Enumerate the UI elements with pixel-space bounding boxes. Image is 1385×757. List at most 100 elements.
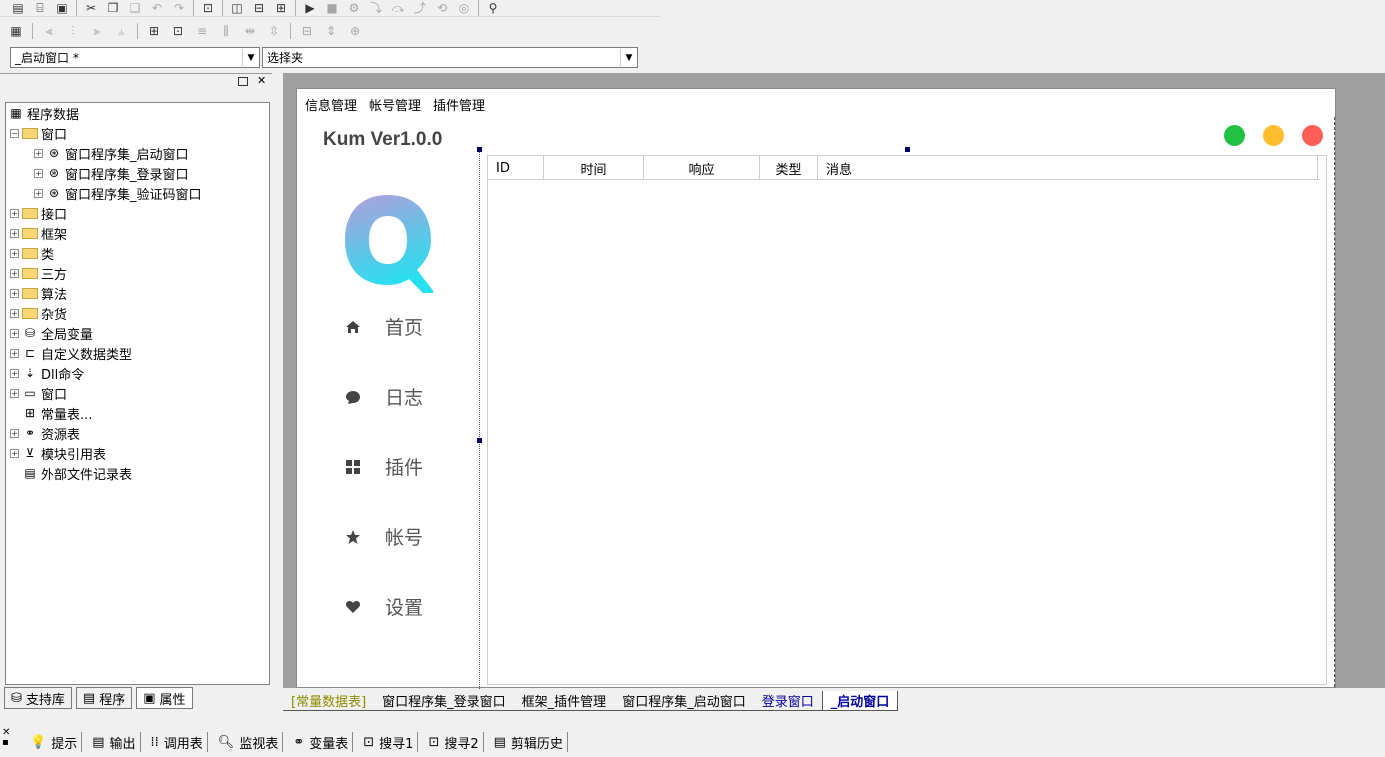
binoculars-icon[interactable]: ⚲ xyxy=(485,1,501,15)
align-left-icon[interactable]: ⫷ xyxy=(41,24,57,38)
expand-icon[interactable]: + xyxy=(34,148,43,158)
expand-icon[interactable]: + xyxy=(34,188,43,198)
col-type[interactable]: 类型 xyxy=(760,156,818,180)
step-icon[interactable]: ⚙ xyxy=(346,1,362,15)
save-icon[interactable]: ▣ xyxy=(54,1,70,15)
program-tree[interactable]: ▦ 程序数据 − 窗口 + ⊛ 窗口程序集_启动窗口 + ⊛ 窗口程序集_登录窗口 + ⊛ 窗口程序集_… xyxy=(5,102,270,685)
col-response[interactable]: 响应 xyxy=(644,156,760,180)
tab-program[interactable]: ▤ 程序 xyxy=(75,687,133,709)
log-table[interactable]: ID 时间 响应 类型 消息 xyxy=(487,155,1327,685)
tab-login-window[interactable]: 登录窗口 xyxy=(753,691,822,711)
center-icon[interactable]: ⊟ xyxy=(299,24,315,38)
expand-icon[interactable]: + xyxy=(10,208,19,218)
align-top-icon[interactable]: ⫨ xyxy=(113,24,129,38)
nav-home[interactable]: 首页 xyxy=(345,313,423,340)
fit-icon[interactable]: ⊕ xyxy=(347,24,363,38)
tab-start-window[interactable]: _启动窗口 xyxy=(821,691,899,711)
copy-icon[interactable]: ❐ xyxy=(105,1,121,15)
resize-handle[interactable] xyxy=(477,147,482,152)
redo-icon[interactable]: ↷ xyxy=(171,1,187,15)
tree-node[interactable]: + 框架 xyxy=(6,223,269,243)
close-icon[interactable]: ✕ xyxy=(257,74,266,87)
size-h-icon[interactable]: ⇹ xyxy=(242,24,258,38)
target-icon[interactable]: ◎ xyxy=(456,1,472,15)
nav-log[interactable]: 日志 xyxy=(345,383,423,410)
resize-handle[interactable] xyxy=(905,147,910,152)
align-right-icon[interactable]: ⫸ xyxy=(89,24,105,38)
tree-node[interactable]: + ⊻ 模块引用表 xyxy=(6,443,269,463)
distribute-icon[interactable]: ⫼ xyxy=(218,24,234,38)
expand-icon[interactable]: + xyxy=(10,368,19,378)
chevron-down-icon[interactable]: ▼ xyxy=(620,49,637,66)
tree-node[interactable]: ⊞ 常量表... xyxy=(6,403,269,423)
tab-plugin-frame[interactable]: 框架_插件管理 xyxy=(513,691,615,711)
restore-icon[interactable] xyxy=(238,77,248,86)
menu-info[interactable]: 信息管理 xyxy=(305,95,357,114)
breakpoint-icon[interactable]: ⟲ xyxy=(434,1,450,15)
resize-icon[interactable]: ⇕ xyxy=(323,24,339,38)
tool-tips[interactable]: 💡 提示 xyxy=(26,732,83,752)
expand-icon[interactable]: + xyxy=(10,328,19,338)
snap-icon[interactable]: ⊡ xyxy=(170,24,186,38)
nav-account[interactable]: 帐号 xyxy=(345,523,423,550)
tab-login-module[interactable]: 窗口程序集_登录窗口 xyxy=(374,691,514,711)
tab-start-module[interactable]: 窗口程序集_启动窗口 xyxy=(614,691,754,711)
find-icon[interactable]: ⊡ xyxy=(200,1,216,15)
collapse-icon[interactable]: − xyxy=(10,128,19,138)
cut-icon[interactable]: ✂ xyxy=(83,1,99,15)
grid-icon[interactable]: ⊞ xyxy=(146,24,162,38)
tree-node[interactable]: ▤ 外部文件记录表 xyxy=(6,463,269,483)
tree-node[interactable]: + ⇣ Dll命令 xyxy=(6,363,269,383)
tool-clip-history[interactable]: ▤ 剪辑历史 xyxy=(490,732,568,752)
tab-const-table[interactable]: [常量数据表] xyxy=(283,691,375,711)
tool-search2[interactable]: ⊡ 搜寻2 xyxy=(424,732,484,752)
expand-icon[interactable]: + xyxy=(10,348,19,358)
tool-callstack[interactable]: ⁞⁞ 调用表 xyxy=(147,732,208,752)
arrange-icon[interactable]: ≡ xyxy=(194,24,210,38)
expand-icon[interactable]: + xyxy=(10,428,19,438)
window-select[interactable]: _启动窗口 * ▼ xyxy=(10,47,260,68)
step-over-icon[interactable]: ⤼ xyxy=(390,1,406,15)
tab-properties[interactable]: ▣ 属性 xyxy=(136,687,193,709)
align-center-icon[interactable]: ⫶ xyxy=(65,24,81,38)
design-form[interactable]: 信息管理 帐号管理 插件管理 Kum Ver1.0.0 首页 日志 插件 帐号 … xyxy=(296,88,1336,689)
tree-node[interactable]: − 窗口 xyxy=(6,123,269,143)
tool-watch[interactable]: 🔍︎ 监视表 xyxy=(214,732,284,752)
nav-plugin[interactable]: 插件 xyxy=(345,453,423,480)
tree-node[interactable]: + ⛁ 全局变量 xyxy=(6,323,269,343)
open-folder-icon[interactable]: ⌸ xyxy=(32,1,48,15)
expand-icon[interactable]: + xyxy=(10,388,19,398)
tree-node[interactable]: + ⚭ 资源表 xyxy=(6,423,269,443)
expand-icon[interactable]: + xyxy=(10,448,19,458)
green-light-button[interactable] xyxy=(1224,125,1245,146)
layout-2-icon[interactable]: ⊟ xyxy=(251,1,267,15)
menu-account[interactable]: 帐号管理 xyxy=(369,95,421,114)
yellow-light-button[interactable] xyxy=(1263,125,1284,146)
chevron-down-icon[interactable]: ▼ xyxy=(242,49,259,66)
expand-icon[interactable]: + xyxy=(10,268,19,278)
tree-node[interactable]: + ▭ 窗口 xyxy=(6,383,269,403)
step-into-icon[interactable]: ⤵ xyxy=(368,1,384,15)
menu-plugin[interactable]: 插件管理 xyxy=(433,95,485,114)
tree-node[interactable]: + 算法 xyxy=(6,283,269,303)
tab-library[interactable]: ⛁ 支持库 xyxy=(4,687,72,709)
tree-node[interactable]: + ⊛ 窗口程序集_登录窗口 xyxy=(6,163,269,183)
tree-node[interactable]: + 接口 xyxy=(6,203,269,223)
layout-1-icon[interactable]: ◫ xyxy=(229,1,245,15)
tool-search1[interactable]: ⊡ 搜寻1 xyxy=(359,732,419,752)
step-out-icon[interactable]: ⤴ xyxy=(412,1,428,15)
resize-handle[interactable] xyxy=(477,438,482,443)
tree-node[interactable]: + ⊛ 窗口程序集_启动窗口 xyxy=(6,143,269,163)
tool-output[interactable]: ▤ 输出 xyxy=(88,732,141,752)
tree-node[interactable]: + ⊏ 自定义数据类型 xyxy=(6,343,269,363)
expand-icon[interactable]: + xyxy=(10,288,19,298)
expand-icon[interactable]: + xyxy=(10,308,19,318)
new-file-icon[interactable]: ▤ xyxy=(10,1,26,15)
tool-variables[interactable]: ⚭ 变量表 xyxy=(289,732,354,752)
expand-icon[interactable]: + xyxy=(10,228,19,238)
expand-icon[interactable]: + xyxy=(34,168,43,178)
layout-3-icon[interactable]: ⊞ xyxy=(273,1,289,15)
tree-node[interactable]: + 三方 xyxy=(6,263,269,283)
expand-icon[interactable]: + xyxy=(10,248,19,258)
undo-icon[interactable]: ↶ xyxy=(149,1,165,15)
